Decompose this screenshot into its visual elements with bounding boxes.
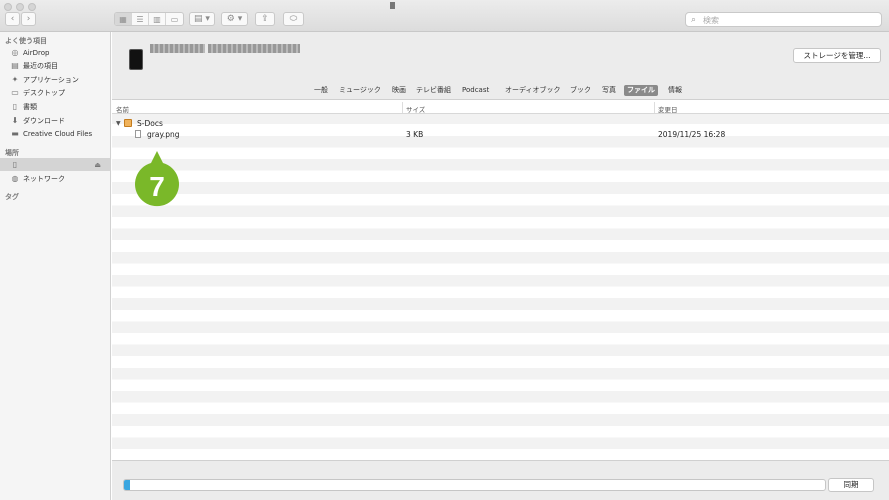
- sidebar-item-creative-cloud[interactable]: ▬ Creative Cloud Files: [0, 127, 110, 140]
- sidebar-item-network[interactable]: ◍ ネットワーク: [0, 172, 110, 185]
- file-table: 名前 サイズ 変更日 ▼ S-Docs gray.png 3 KB 2019/1…: [112, 101, 889, 460]
- eject-icon[interactable]: ⏏: [94, 161, 101, 169]
- column-header-modified[interactable]: 変更日: [658, 104, 678, 114]
- sidebar-item-desktop[interactable]: ▭ デスクトップ: [0, 86, 110, 99]
- recents-icon: ▤: [11, 61, 19, 70]
- storage-footer: 同期: [112, 460, 889, 500]
- favorites-heading: よく使う項目: [5, 37, 47, 45]
- device-name-redacted: [150, 44, 205, 53]
- toolbar: ‹ › ▦ ☰ ▥ ▭ ▤ ▾ ⚙ ▾ ⇪ ⬭ ⌕ 検索: [0, 0, 889, 32]
- file-name: gray.png: [147, 130, 180, 139]
- back-button[interactable]: ‹: [5, 12, 20, 26]
- sidebar-item-recents[interactable]: ▤ 最近の項目: [0, 59, 110, 72]
- file-name: S-Docs: [137, 119, 163, 128]
- tab-files[interactable]: ファイル: [624, 85, 658, 96]
- forward-button[interactable]: ›: [21, 12, 36, 26]
- tab-books[interactable]: ブック: [567, 85, 594, 96]
- airdrop-icon: ◎: [11, 48, 19, 57]
- minimize-window-button[interactable]: [16, 3, 24, 11]
- iphone-icon: ▯: [12, 160, 18, 169]
- documents-icon: ▯: [12, 102, 18, 111]
- tab-bar: 一般 ミュージック 映画 テレビ番組 Podcast オーディオブック ブック …: [112, 82, 889, 100]
- disclosure-triangle-icon[interactable]: ▼: [116, 120, 121, 127]
- tab-podcast[interactable]: Podcast: [459, 85, 492, 96]
- tag-button[interactable]: ⬭: [283, 12, 304, 26]
- column-view-icon[interactable]: ▥: [149, 13, 166, 25]
- desktop-icon: ▭: [11, 88, 19, 97]
- zoom-window-button[interactable]: [28, 3, 36, 11]
- column-header-size[interactable]: サイズ: [406, 104, 425, 114]
- group-by-button[interactable]: ▤ ▾: [189, 12, 215, 26]
- applications-icon: ✦: [11, 75, 19, 84]
- tab-info[interactable]: 情報: [665, 85, 685, 96]
- sidebar-item-downloads[interactable]: ⬇ ダウンロード: [0, 114, 110, 127]
- list-view-icon[interactable]: ☰: [132, 13, 149, 25]
- tab-tv[interactable]: テレビ番組: [413, 85, 454, 96]
- downloads-icon: ⬇: [11, 116, 19, 125]
- manage-storage-button[interactable]: ストレージを管理...: [793, 48, 881, 63]
- device-header: ストレージを管理...: [112, 32, 889, 82]
- file-icon: [135, 130, 141, 140]
- tab-music[interactable]: ミュージック: [336, 85, 384, 96]
- window-title-icon: [390, 2, 395, 9]
- file-size: 3 KB: [406, 130, 424, 139]
- sidebar: よく使う項目 ◎ AirDrop ▤ 最近の項目 ✦ アプリケーション ▭ デス…: [0, 32, 111, 500]
- tab-audiobooks[interactable]: オーディオブック: [502, 85, 564, 96]
- storage-used-fill: [124, 480, 130, 490]
- gallery-view-icon[interactable]: ▭: [166, 13, 183, 25]
- tab-photos[interactable]: 写真: [599, 85, 619, 96]
- sidebar-item-airdrop[interactable]: ◎ AirDrop: [0, 46, 110, 59]
- tab-movies[interactable]: 映画: [389, 85, 409, 96]
- locations-heading: 場所: [5, 149, 19, 157]
- table-row[interactable]: ▼ S-Docs: [112, 118, 889, 129]
- step-callout: 7: [135, 151, 179, 207]
- iphone-icon: [129, 49, 143, 70]
- storage-bar: [123, 479, 826, 491]
- share-button[interactable]: ⇪: [255, 12, 275, 26]
- column-header-name[interactable]: 名前: [116, 104, 129, 114]
- device-name-redacted: [208, 44, 300, 53]
- search-field[interactable]: ⌕ 検索: [685, 12, 882, 27]
- file-modified: 2019/11/25 16:28: [658, 130, 726, 139]
- tags-heading: タグ: [5, 193, 19, 201]
- table-header: 名前 サイズ 変更日: [112, 101, 889, 114]
- close-window-button[interactable]: [4, 3, 12, 11]
- folder-icon: [124, 119, 132, 129]
- sync-button[interactable]: 同期: [828, 478, 874, 492]
- action-gear-button[interactable]: ⚙ ▾: [221, 12, 248, 26]
- sidebar-item-documents[interactable]: ▯ 書類: [0, 100, 110, 113]
- tab-general[interactable]: 一般: [311, 85, 331, 96]
- table-row[interactable]: gray.png 3 KB 2019/11/25 16:28: [112, 129, 889, 140]
- network-icon: ◍: [11, 174, 19, 183]
- sidebar-item-applications[interactable]: ✦ アプリケーション: [0, 73, 110, 86]
- view-mode-selector[interactable]: ▦ ☰ ▥ ▭: [114, 12, 184, 26]
- search-placeholder: 検索: [703, 16, 719, 25]
- sidebar-item-iphone[interactable]: ▯ ⏏: [0, 158, 110, 171]
- folder-icon: ▬: [11, 129, 19, 138]
- search-icon: ⌕: [691, 15, 697, 25]
- icon-view-icon[interactable]: ▦: [115, 13, 132, 25]
- callout-number: 7: [149, 171, 165, 202]
